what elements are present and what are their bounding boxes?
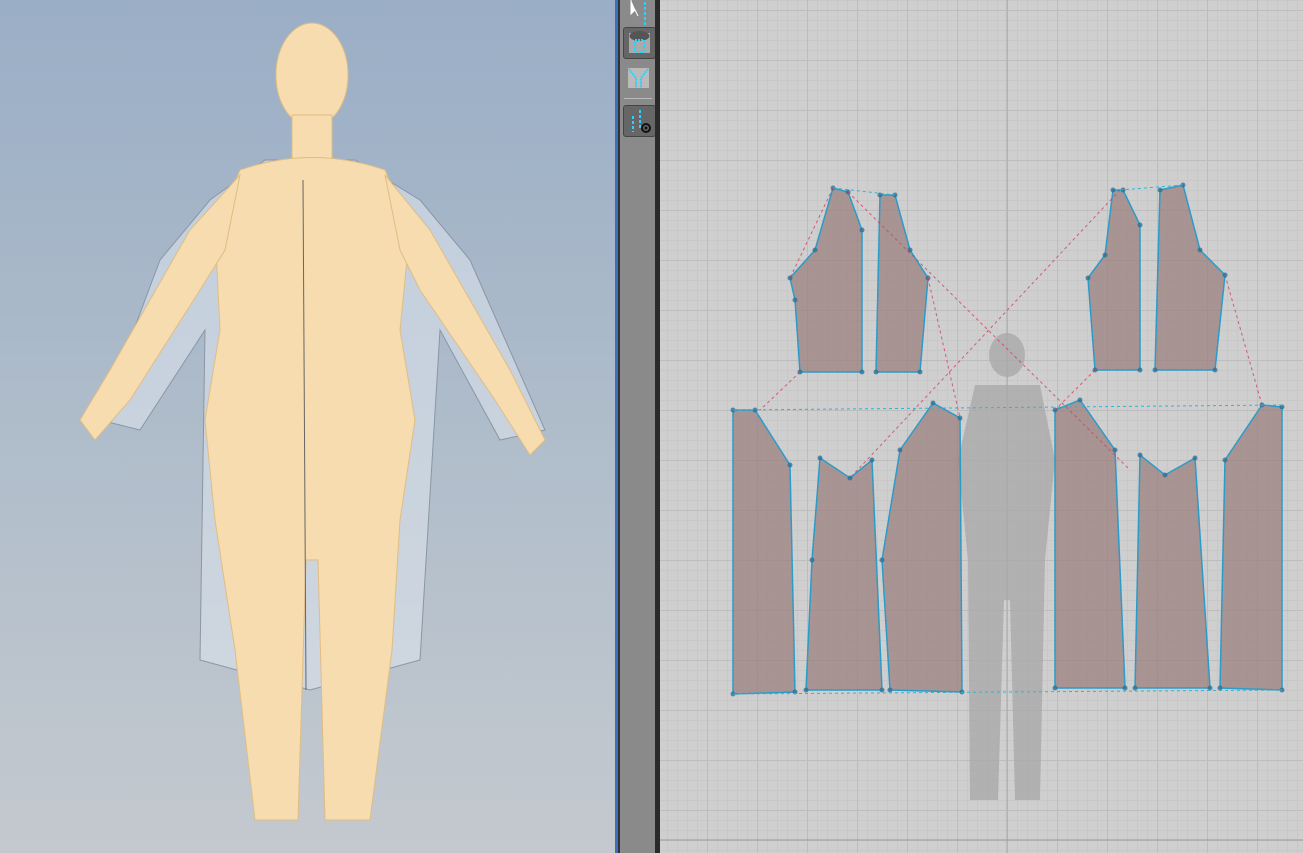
pattern-point[interactable] [787, 462, 793, 468]
pattern-point[interactable] [1137, 452, 1143, 458]
pattern-point[interactable] [869, 457, 875, 463]
pattern-point[interactable] [1222, 457, 1228, 463]
2d-pattern-window[interactable] [660, 0, 1303, 853]
pattern-piece-sleeve-front-left[interactable] [875, 194, 929, 373]
pattern-point[interactable] [859, 369, 865, 375]
pattern-point[interactable] [812, 247, 818, 253]
pattern-point[interactable] [1122, 685, 1128, 691]
toolbar [618, 0, 656, 853]
pattern-point[interactable] [1085, 275, 1091, 281]
pattern-point[interactable] [859, 227, 865, 233]
pattern-point[interactable] [879, 687, 885, 693]
pattern-point[interactable] [1212, 367, 1218, 373]
pattern-point[interactable] [873, 369, 879, 375]
3d-viewport[interactable] [0, 0, 615, 853]
pattern-piece-sleeve-front-right[interactable] [1154, 184, 1226, 371]
pattern-point[interactable] [817, 455, 823, 461]
pattern-point[interactable] [803, 687, 809, 693]
pattern-point[interactable] [930, 400, 936, 406]
pattern-piece-front-panel-left[interactable] [732, 409, 796, 695]
fold-arrangement-icon[interactable] [623, 27, 656, 59]
pattern-point[interactable] [787, 275, 793, 281]
pattern-point[interactable] [1207, 685, 1213, 691]
show-pins-points-icon[interactable] [623, 105, 656, 137]
pattern-point[interactable] [917, 369, 923, 375]
pattern-point[interactable] [1197, 247, 1203, 253]
pattern-point[interactable] [887, 687, 893, 693]
pattern-point[interactable] [1137, 367, 1143, 373]
pattern-point[interactable] [879, 557, 885, 563]
pattern-point[interactable] [1110, 187, 1116, 193]
pattern-point[interactable] [1137, 222, 1143, 228]
pattern-point[interactable] [1052, 685, 1058, 691]
pattern-point[interactable] [897, 447, 903, 453]
pattern-point[interactable] [1157, 187, 1163, 193]
pattern-point[interactable] [1112, 447, 1118, 453]
pattern-piece-front-panel-right[interactable] [1219, 404, 1283, 691]
pattern-piece-sleeve-back-right[interactable] [1087, 189, 1141, 371]
pattern-piece-side-panel-left[interactable] [805, 456, 883, 691]
pattern-point[interactable] [809, 557, 815, 563]
avatar-3d [79, 22, 546, 821]
unfold-arrangement-icon[interactable] [623, 63, 654, 93]
pattern-piece-back-panel-right[interactable] [1054, 399, 1126, 689]
toolbar-divider [624, 98, 652, 99]
pattern-piece-back-panel-left[interactable] [881, 402, 963, 693]
body [79, 22, 546, 821]
pattern-point[interactable] [1192, 455, 1198, 461]
pattern-piece-sleeve-back-left[interactable] [789, 187, 863, 373]
pattern-point[interactable] [1077, 397, 1083, 403]
pattern-point[interactable] [1217, 685, 1223, 691]
pattern-point[interactable] [957, 415, 963, 421]
pattern-point[interactable] [1162, 472, 1168, 478]
pattern-point[interactable] [792, 297, 798, 303]
pattern-point[interactable] [1132, 685, 1138, 691]
pattern-piece-side-panel-right[interactable] [1134, 453, 1211, 689]
select-move-point-icon[interactable] [623, 0, 654, 30]
pattern-point[interactable] [1102, 252, 1108, 258]
pattern-point[interactable] [1152, 367, 1158, 373]
